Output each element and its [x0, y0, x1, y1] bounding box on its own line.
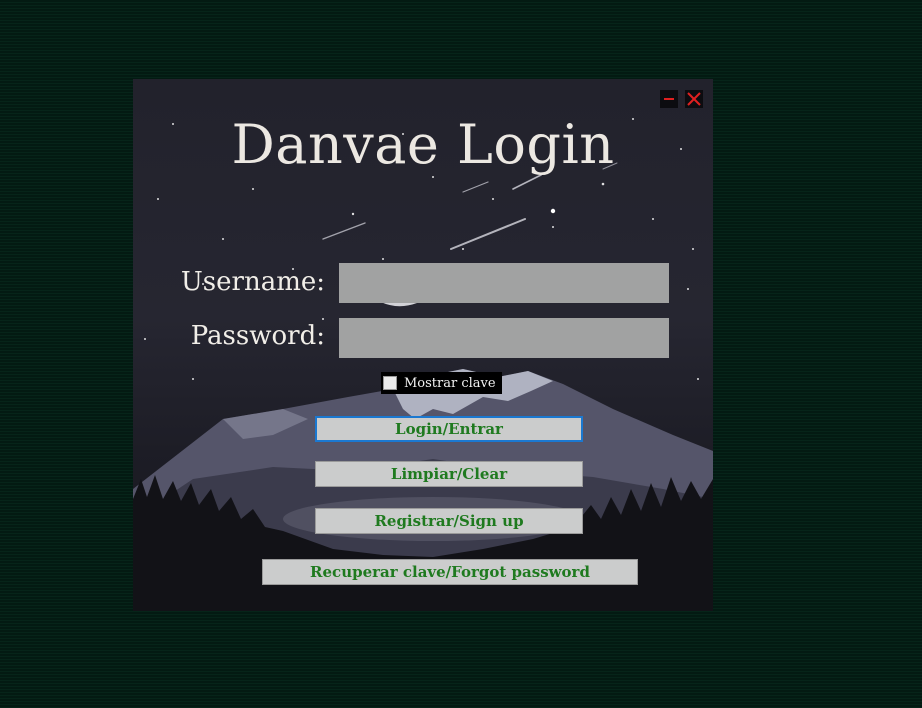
checkbox-box[interactable] — [383, 376, 397, 390]
show-password-checkbox[interactable]: Mostrar clave — [381, 372, 502, 394]
minimize-button[interactable] — [660, 90, 678, 108]
username-label: Username: — [180, 267, 325, 297]
minimize-icon — [664, 98, 674, 100]
clear-button[interactable]: Limpiar/Clear — [315, 461, 583, 487]
close-button[interactable] — [685, 90, 703, 108]
forgot-password-button[interactable]: Recuperar clave/Forgot password — [262, 559, 638, 585]
signup-button[interactable]: Registrar/Sign up — [315, 508, 583, 534]
show-password-label: Mostrar clave — [404, 375, 496, 391]
close-icon — [687, 92, 701, 106]
login-window: Danvae Login Username: Password: Mostrar… — [133, 79, 713, 611]
login-button[interactable]: Login/Entrar — [315, 416, 583, 442]
password-input[interactable] — [339, 318, 669, 358]
username-input[interactable] — [339, 263, 669, 303]
password-label: Password: — [190, 321, 325, 351]
app-title: Danvae Login — [231, 113, 615, 176]
